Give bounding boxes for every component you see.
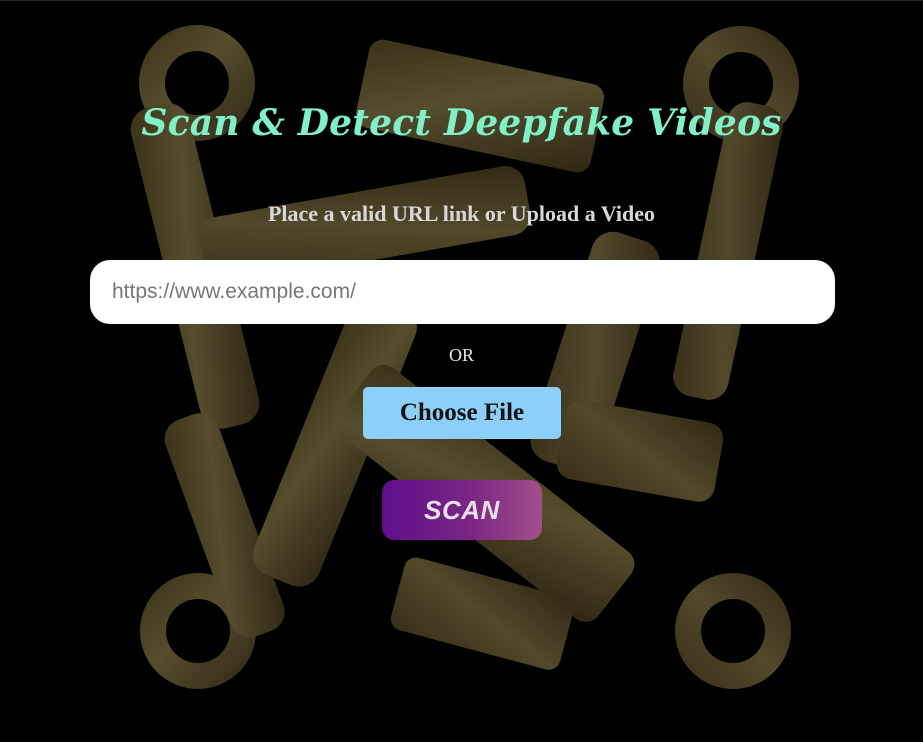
page-title: Scan & Detect Deepfake Videos (141, 102, 782, 144)
page: Scan & Detect Deepfake Videos Place a va… (0, 0, 923, 742)
instruction-text: Place a valid URL link or Upload a Video (267, 201, 656, 226)
url-input[interactable] (90, 260, 835, 324)
or-separator: OR (448, 345, 474, 365)
scan-form: Scan & Detect Deepfake Videos Place a va… (0, 1, 923, 742)
scan-button[interactable]: SCAN (382, 480, 542, 540)
choose-file-button[interactable]: Choose File (363, 387, 561, 439)
